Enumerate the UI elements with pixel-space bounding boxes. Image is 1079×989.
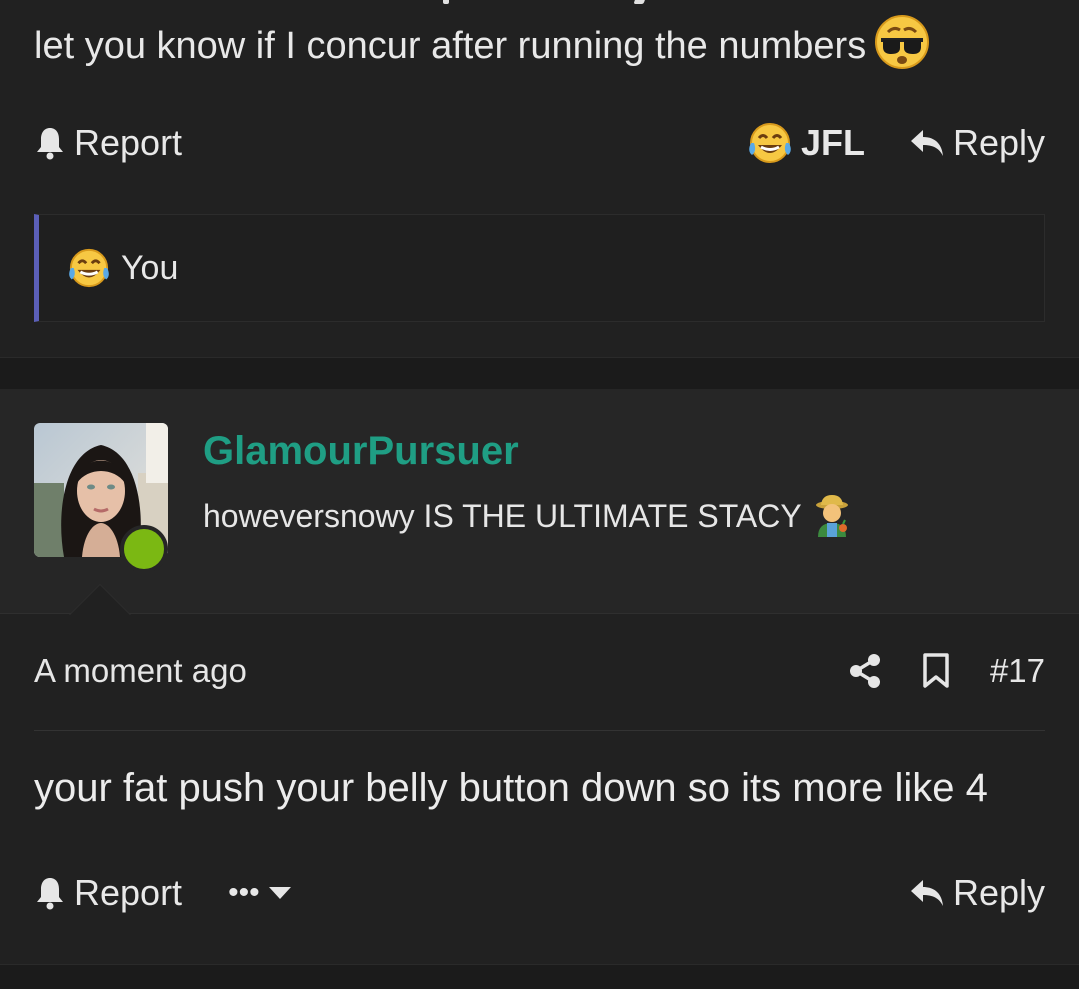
- jfl-reaction-button[interactable]: JFL: [747, 121, 865, 165]
- clipped-text-fragment: [633, 0, 649, 4]
- post-timestamp[interactable]: A moment ago: [34, 652, 247, 690]
- reply-label: Reply: [952, 122, 1045, 163]
- previous-post-text: let you know if I concur after running t…: [34, 25, 867, 67]
- post-body: your fat push your belly button down so …: [34, 766, 988, 810]
- report-button[interactable]: Report: [34, 872, 182, 914]
- report-label: Report: [74, 872, 183, 913]
- username-link[interactable]: GlamourPursuer: [203, 429, 519, 474]
- more-label: •••: [228, 876, 260, 909]
- cool-sunglasses-emoji-icon: [875, 15, 930, 69]
- report-label: Report: [74, 122, 183, 163]
- reaction-label: JFL: [800, 122, 865, 163]
- user-title: howeversnowy IS THE ULTIMATE STACY: [203, 495, 852, 537]
- post-separator: [0, 964, 1079, 989]
- share-icon[interactable]: [848, 653, 882, 689]
- reply-arrow-icon: [910, 880, 943, 906]
- caret-down-icon: [268, 887, 291, 899]
- user-title-text: howeversnowy IS THE ULTIMATE STACY: [203, 497, 802, 534]
- farmer-emoji-icon: [815, 495, 848, 537]
- post-meta-row: A moment ago #17: [34, 646, 1045, 696]
- clipped-text-fragment: [443, 0, 449, 4]
- more-options-menu[interactable]: •••: [228, 876, 292, 910]
- reactor-name: You: [121, 248, 179, 287]
- post-separator: [0, 357, 1079, 390]
- previous-post-body: let you know if I concur after running t…: [34, 14, 930, 75]
- reply-label: Reply: [952, 872, 1045, 913]
- post-actions: Report ••• Reply: [34, 868, 1045, 918]
- meta-divider: [34, 730, 1045, 731]
- reply-arrow-icon: [910, 130, 943, 156]
- bell-icon: [37, 878, 63, 910]
- reactions-bar[interactable]: You: [34, 214, 1045, 322]
- post-number-link[interactable]: #17: [990, 652, 1045, 690]
- online-status-indicator: [120, 525, 168, 573]
- thread-page: let you know if I concur after running t…: [0, 0, 1079, 989]
- post-user-header: GlamourPursuer howeversnowy IS THE ULTIM…: [0, 389, 1079, 614]
- reply-button[interactable]: Reply: [909, 872, 1045, 914]
- reply-button[interactable]: Reply: [909, 122, 1045, 164]
- report-button[interactable]: Report: [34, 122, 182, 164]
- bell-icon: [37, 128, 63, 160]
- message-pointer: [70, 585, 130, 615]
- laughing-crying-emoji-icon: [749, 123, 791, 163]
- previous-post-actions: Report JFL Reply: [34, 118, 1045, 168]
- bookmark-icon[interactable]: [922, 653, 950, 689]
- laughing-crying-emoji-icon: [69, 248, 109, 288]
